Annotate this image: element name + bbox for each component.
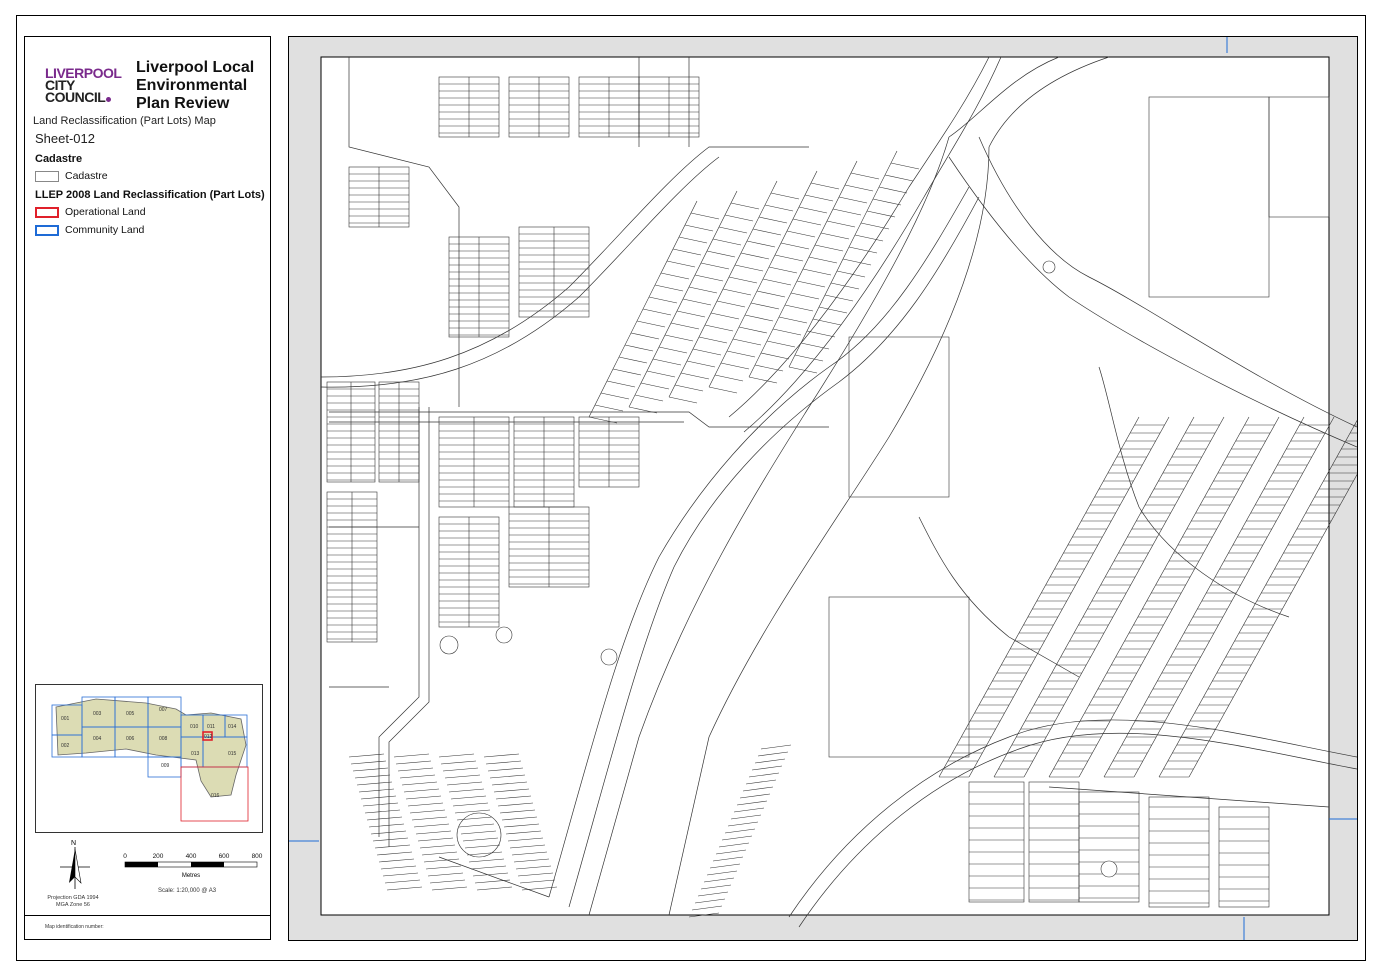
svg-text:N: N	[71, 840, 76, 847]
index-map-graphic: 001 002 003 004 005 006 007 008 009 010 …	[51, 696, 249, 822]
tile-012: 012	[204, 734, 213, 740]
cadastre-swatch	[35, 170, 59, 182]
map-subtitle: Land Reclassification (Part Lots) Map	[33, 115, 216, 127]
tile-009: 009	[161, 763, 170, 769]
legend-section-cadastre: Cadastre	[35, 153, 83, 165]
tile-014: 014	[228, 724, 237, 730]
tile-008: 008	[159, 736, 168, 742]
svg-text:600: 600	[219, 853, 230, 860]
tile-010: 010	[190, 724, 199, 730]
tile-015: 015	[228, 751, 237, 757]
tile-016: 016	[211, 793, 220, 799]
legend-item-operational: Operational Land	[35, 206, 146, 218]
cadastre-map-graphic	[289, 37, 1357, 940]
svg-text:800: 800	[252, 853, 263, 860]
legend-item-cadastre: Cadastre	[35, 170, 108, 182]
community-swatch	[35, 224, 59, 236]
operational-swatch	[35, 206, 59, 218]
map-identification: Map identification number:	[25, 915, 270, 941]
tile-007: 007	[159, 707, 168, 713]
svg-text:0: 0	[123, 853, 127, 860]
tile-011: 011	[207, 724, 215, 730]
tile-002: 002	[61, 743, 70, 749]
tile-004: 004	[93, 736, 102, 742]
tile-006: 006	[126, 736, 135, 742]
svg-text:Metres: Metres	[182, 873, 200, 879]
svg-text:400: 400	[186, 853, 197, 860]
projection-text: Projection GDA 1994 MGA Zone 56	[47, 895, 99, 908]
council-logo: LIVERPOOL CITY COUNCIL	[45, 65, 122, 105]
svg-text:200: 200	[153, 853, 164, 860]
sheet-number: Sheet-012	[35, 131, 95, 146]
scale-text: Scale: 1:20,000 @ A3	[158, 888, 217, 894]
legend-item-community: Community Land	[35, 224, 144, 236]
legend-section-reclassification: LLEP 2008 Land Reclassification (Part Lo…	[35, 189, 265, 201]
tile-001: 001	[61, 716, 70, 722]
tile-005: 005	[126, 711, 135, 717]
map-title: Liverpool Local Environmental Plan Revie…	[136, 59, 255, 112]
index-map: 001 002 003 004 005 006 007 008 009 010 …	[35, 684, 263, 833]
north-arrow-icon: N	[55, 837, 95, 892]
cadastre-map[interactable]	[288, 36, 1358, 941]
legend-panel: LIVERPOOL CITY COUNCIL Liverpool Local E…	[24, 36, 271, 940]
tile-003: 003	[93, 711, 102, 717]
tile-013: 013	[191, 751, 200, 757]
